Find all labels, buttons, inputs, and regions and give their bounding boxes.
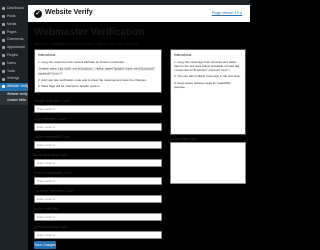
instruction-step: 1. Copy the meta tags from services and …	[174, 60, 240, 73]
brush-icon	[2, 46, 5, 50]
yandex-code-input[interactable]: Enter code id	[34, 141, 162, 149]
admin-sidebar: Dashboard Posts Media Pages Comments App…	[0, 5, 29, 250]
sidebar-item-media[interactable]: Media	[0, 21, 28, 29]
sidebar-item-pages[interactable]: Pages	[0, 28, 28, 36]
page-icon	[2, 30, 5, 34]
google-code-label: Google Verification Code	[34, 99, 70, 103]
yandex-code-label: Yandex Verification Code	[34, 135, 70, 139]
google-code-input[interactable]: Enter code id	[34, 105, 162, 113]
instruction-step: 2. Add your site verification code and t…	[38, 77, 147, 82]
sidebar-item-dashboard[interactable]: Dashboard	[0, 5, 28, 13]
instructions-card: Instructions 1. Copy the code from the c…	[34, 49, 162, 93]
pinterest-code-input[interactable]: Enter code id	[34, 177, 162, 185]
pin-icon	[2, 15, 5, 19]
pinterest-code-label: Pinterest Verification Code	[34, 171, 72, 175]
custom-meta-label: Custom Meta Tags	[170, 137, 197, 141]
instruction-step: Create meta tag with verification: <meta…	[38, 66, 158, 76]
instruction-step: 3. Keep space between tags for readabili…	[174, 80, 231, 89]
settings-icon	[2, 77, 5, 81]
norton-code-input[interactable]: Enter code id	[34, 213, 162, 221]
baidu-code-input[interactable]: Enter code id	[34, 159, 162, 167]
sidebar-submenu: Website Verify Custom Meta	[0, 90, 28, 106]
media-icon	[2, 22, 5, 26]
plugin-title: Website Verify	[45, 9, 93, 16]
page-subtitle: Add your verification codes for search e…	[34, 42, 140, 46]
page-title: Webmaster Verification	[34, 27, 145, 38]
norton-code-label: Norton Safe Web	[34, 207, 59, 211]
instruction-step: 3. Meta Tags will be inserted in header …	[38, 83, 101, 88]
sidebar-item-comments[interactable]: Comments	[0, 36, 28, 44]
bing-code-label: Bing Verification Code	[34, 117, 66, 121]
comment-icon	[2, 38, 5, 42]
sidebar-item-plugins[interactable]: Plugins	[0, 52, 28, 60]
sidebar-item-settings[interactable]: Settings	[0, 75, 28, 83]
plugin-header: ✓ Website Verify Plugin Version 1.0.0	[28, 5, 250, 22]
submenu-item-custom-meta[interactable]: Custom Meta	[0, 98, 28, 104]
check-icon	[2, 85, 5, 89]
main-content: ✓ Website Verify Plugin Version 1.0.0 We…	[28, 5, 250, 250]
custom-meta-textarea[interactable]	[170, 142, 246, 184]
facebook-code-label: Facebook Verification Code	[34, 189, 73, 193]
logo-check-icon: ✓	[34, 9, 42, 18]
user-icon	[2, 61, 5, 65]
instruction-step: 1. Copy the code from the content attrib…	[38, 60, 125, 64]
meta-tag-example: Create meta tag with verification: <meta…	[38, 66, 155, 76]
bing-code-input[interactable]: Enter code id	[34, 123, 162, 131]
sidebar-item-website-verify[interactable]: Website Verify	[0, 82, 29, 91]
sidebar-item-appearance[interactable]: Appearance	[0, 44, 28, 52]
version-link[interactable]: Plugin Version 1.0.0	[212, 11, 242, 15]
sidebar-item-tools[interactable]: Tools	[0, 67, 28, 75]
sidebar-item-posts[interactable]: Posts	[0, 13, 28, 21]
instructions-title: Instructions	[174, 53, 192, 57]
baidu-code-label: Baidu Verification Code	[34, 153, 68, 157]
custom-meta-instructions-card: Instructions 1. Copy the meta tags from …	[170, 49, 246, 135]
instructions-title: Instructions	[38, 53, 56, 57]
facebook-code-input[interactable]: Enter code id	[34, 195, 162, 203]
alexa-code-label: Alexa Verification Code	[34, 225, 67, 229]
sidebar-item-users[interactable]: Users	[0, 60, 28, 68]
dashboard-icon	[2, 7, 5, 11]
alexa-code-input[interactable]: Enter code id	[34, 231, 162, 239]
instruction-step: 2. You can add multiple meta tags in the…	[174, 74, 241, 79]
wrench-icon	[2, 69, 5, 73]
plugin-icon	[2, 54, 5, 58]
save-changes-button[interactable]: Save Changes	[34, 241, 56, 249]
